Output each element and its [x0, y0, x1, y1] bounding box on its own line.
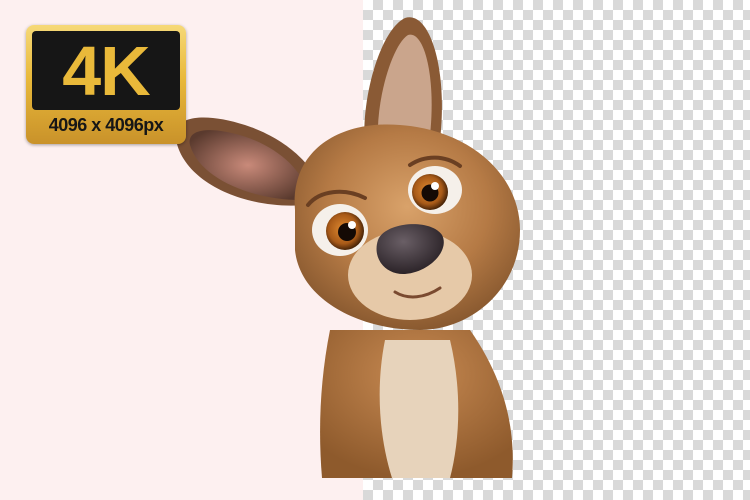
product-image: 4K 4096 x 4096px — [0, 0, 750, 500]
resolution-badge: 4K 4096 x 4096px — [26, 25, 186, 144]
badge-title: 4K — [62, 32, 150, 110]
badge-subtitle: 4096 x 4096px — [48, 115, 164, 135]
badge-dark-panel: 4K — [32, 31, 180, 110]
